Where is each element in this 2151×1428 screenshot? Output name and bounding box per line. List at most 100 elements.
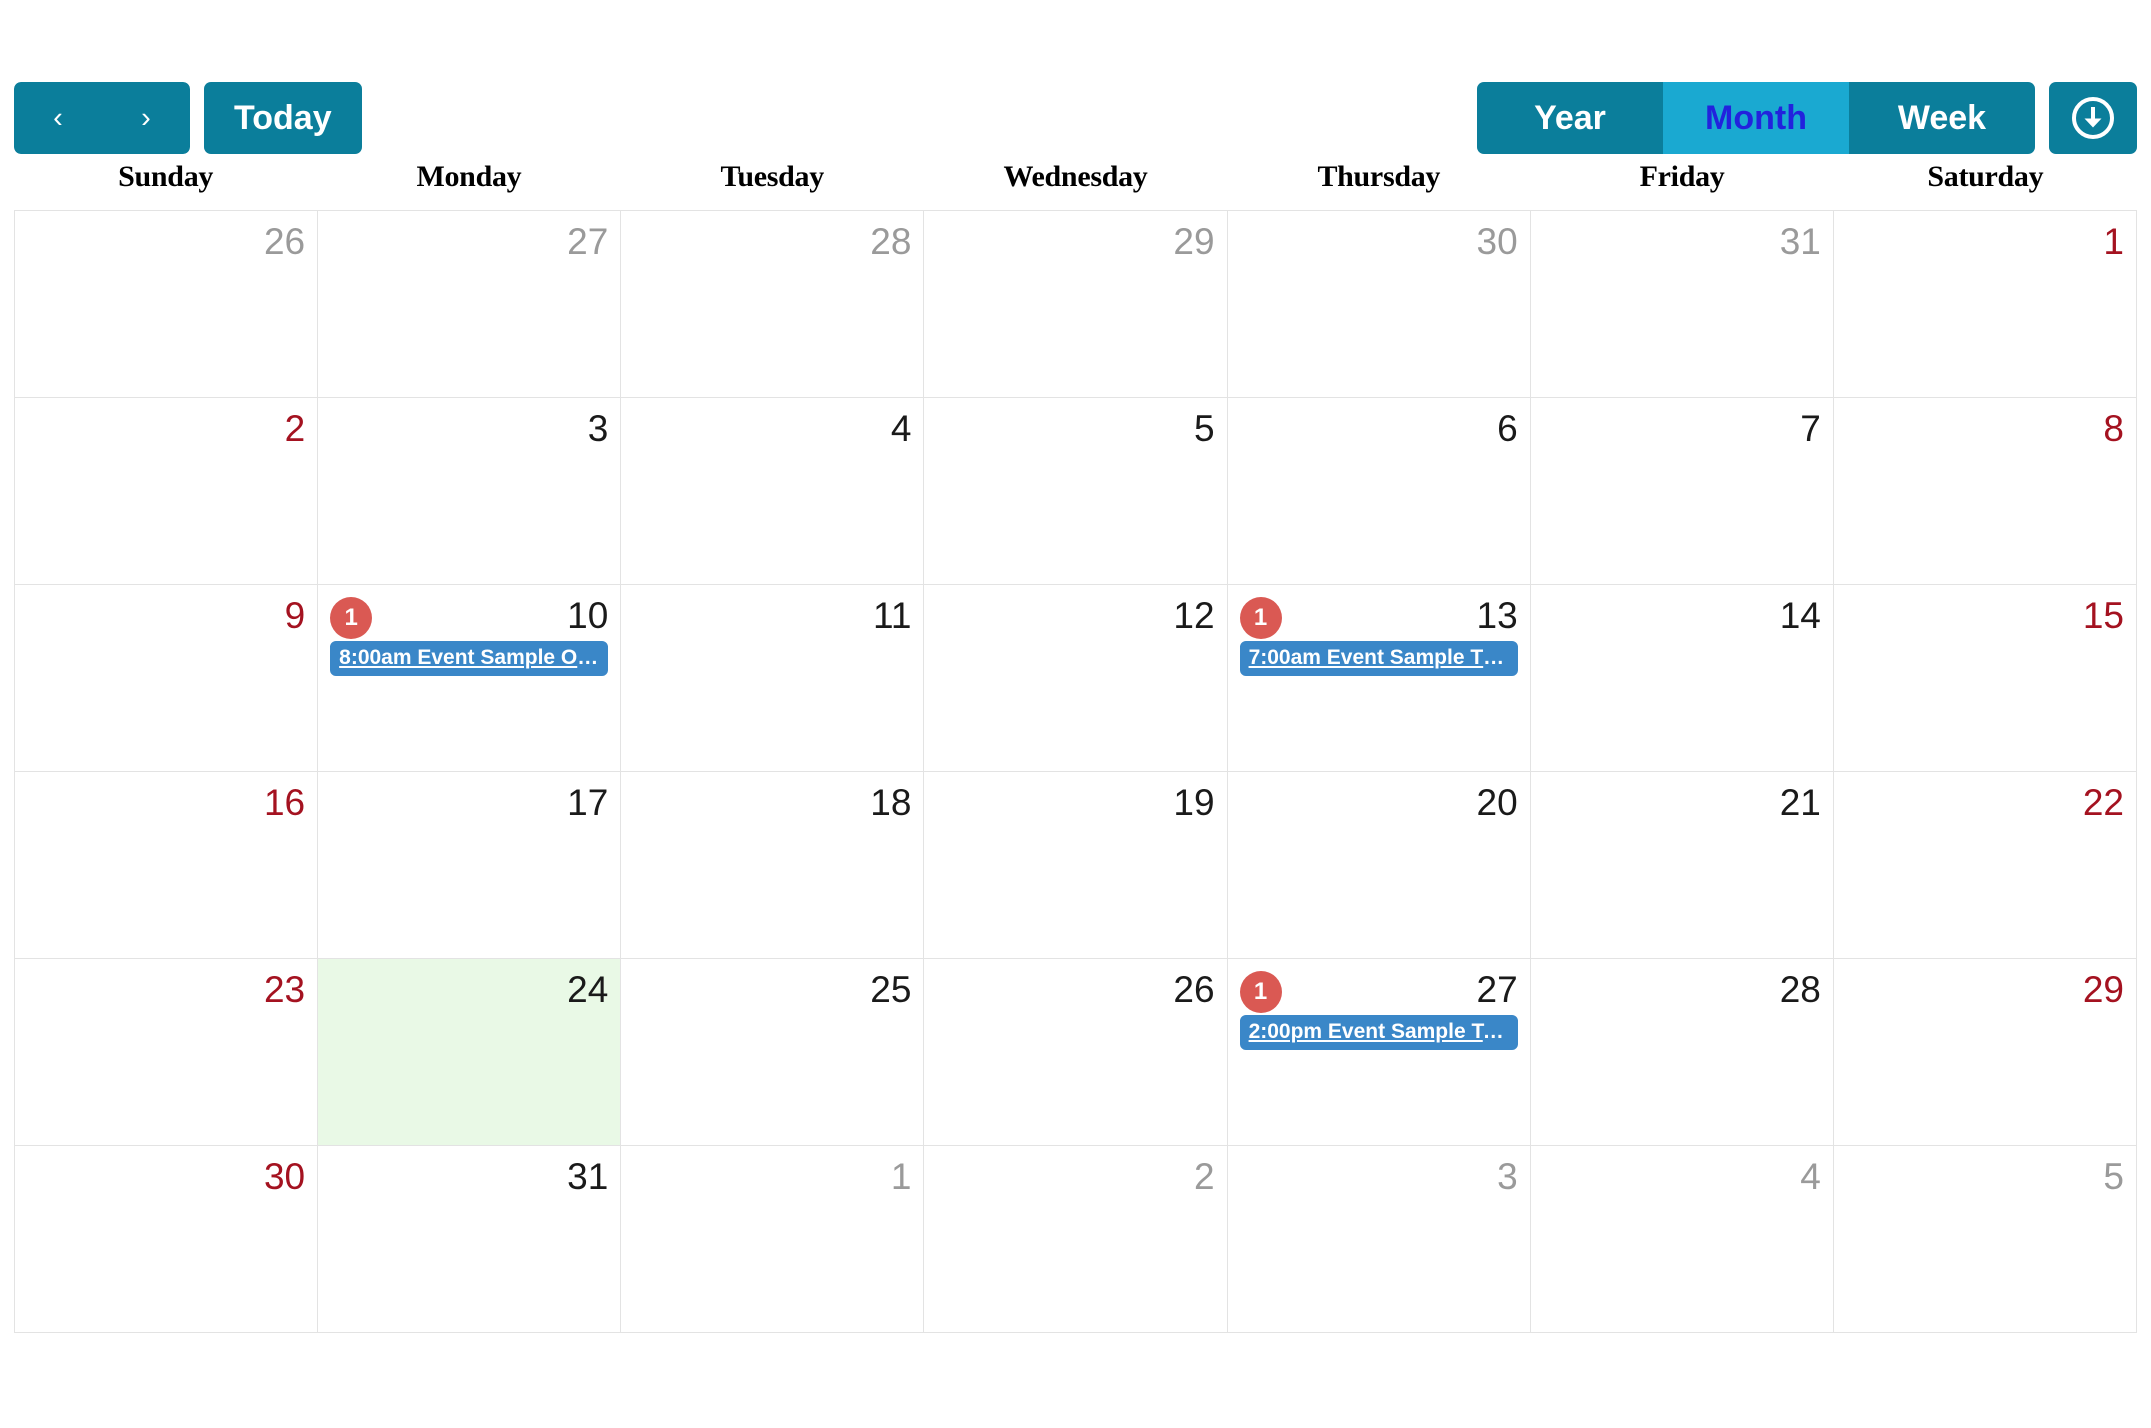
day-cell-header: 16: [27, 780, 305, 826]
day-number: 2: [1193, 1156, 1215, 1197]
calendar-event[interactable]: 2:00pm Event Sample Two: [1239, 1015, 1518, 1050]
day-cell[interactable]: 16: [15, 772, 319, 959]
day-cell[interactable]: 9: [15, 585, 319, 772]
day-cell[interactable]: 1 10 8:00am Event Sample One: [318, 585, 622, 772]
day-number: 14: [1779, 595, 1821, 636]
day-event-list: 8:00am Event Sample One: [330, 641, 609, 676]
day-cell[interactable]: 3: [1227, 1146, 1531, 1333]
day-number: 30: [263, 1156, 306, 1197]
weekday-header-saturday: Saturday: [1927, 160, 2044, 193]
day-number: 20: [1476, 782, 1518, 823]
day-cell[interactable]: 1 13 7:00am Event Sample Three: [1227, 585, 1531, 772]
day-cell-header: 3: [330, 406, 609, 452]
day-event-list: 7:00am Event Sample Three: [1239, 641, 1518, 676]
day-number: 29: [1173, 221, 1215, 262]
day-cell[interactable]: 1: [621, 1146, 925, 1333]
day-cell-header: 1 10: [330, 593, 608, 639]
day-event-list: 2:00pm Event Sample Two: [1239, 1015, 1518, 1050]
view-button-year[interactable]: Year: [1477, 82, 1663, 154]
day-number: 8: [2103, 408, 2124, 449]
view-button-week[interactable]: Week: [1849, 82, 2035, 154]
day-cell[interactable]: 4: [1530, 1146, 1834, 1333]
day-number: 19: [1173, 782, 1215, 823]
weekday-header-wednesday: Wednesday: [1003, 160, 1148, 193]
day-cell[interactable]: 5: [1833, 1146, 2137, 1333]
view-button-month[interactable]: Month: [1663, 82, 1849, 154]
event-count-badge[interactable]: 1: [1239, 971, 1282, 1013]
day-cell[interactable]: 28: [1530, 959, 1834, 1146]
day-cell[interactable]: 14: [1530, 585, 1834, 772]
day-number: 6: [1497, 408, 1518, 449]
day-number: 3: [587, 408, 609, 449]
day-cell-header: 19: [936, 780, 1214, 826]
day-cell[interactable]: 6: [1227, 398, 1531, 585]
day-cell[interactable]: 23: [15, 959, 319, 1146]
day-cell[interactable]: 29: [924, 211, 1228, 398]
day-cell[interactable]: 11: [621, 585, 925, 772]
day-cell-header: 1: [633, 1154, 912, 1200]
day-cell[interactable]: 4: [621, 398, 925, 585]
day-cell-header: 4: [633, 406, 912, 452]
day-cell[interactable]: 31: [1530, 211, 1834, 398]
previous-period-button[interactable]: ‹: [14, 82, 102, 154]
day-number: 1: [890, 1156, 912, 1197]
next-period-button[interactable]: ›: [102, 82, 190, 154]
day-cell[interactable]: 2: [924, 1146, 1228, 1333]
day-cell[interactable]: 19: [924, 772, 1228, 959]
day-cell-header: 14: [1543, 593, 1821, 639]
calendar-event[interactable]: 8:00am Event Sample One: [330, 641, 609, 676]
day-cell-header: 1 27: [1239, 967, 1518, 1013]
day-number: 26: [263, 221, 306, 262]
day-number: 5: [2103, 1156, 2124, 1197]
day-cell[interactable]: 28: [621, 211, 925, 398]
day-cell[interactable]: 26: [924, 959, 1228, 1146]
day-cell[interactable]: 1 27 2:00pm Event Sample Two: [1227, 959, 1531, 1146]
day-cell[interactable]: 7: [1530, 398, 1834, 585]
day-cell-header: 2: [27, 406, 306, 452]
day-cell[interactable]: 17: [318, 772, 622, 959]
day-number: 16: [263, 782, 306, 823]
day-cell[interactable]: 1: [1833, 211, 2137, 398]
day-cell[interactable]: 30: [1227, 211, 1531, 398]
day-number: 22: [2082, 782, 2124, 823]
toolbar-left-group: ‹ › Today: [14, 82, 362, 154]
day-cell-today[interactable]: 24: [318, 959, 622, 1146]
day-number: 30: [1476, 221, 1518, 262]
day-cell-header: 20: [1240, 780, 1518, 826]
event-count-badge[interactable]: 1: [1239, 597, 1282, 639]
day-cell-header: 29: [1846, 967, 2124, 1013]
day-number: 1: [2103, 221, 2124, 262]
day-cell-header: 24: [330, 967, 608, 1013]
day-cell-header: 1 13: [1239, 593, 1518, 639]
day-cell-header: 15: [1846, 593, 2124, 639]
day-cell[interactable]: 27: [318, 211, 622, 398]
day-cell[interactable]: 31: [318, 1146, 622, 1333]
event-count-badge[interactable]: 1: [330, 597, 373, 639]
day-cell[interactable]: 8: [1833, 398, 2137, 585]
day-cell[interactable]: 26: [15, 211, 319, 398]
day-cell-header: 27: [330, 219, 608, 265]
day-cell[interactable]: 2: [15, 398, 319, 585]
day-cell[interactable]: 29: [1833, 959, 2137, 1146]
day-cell-header: 21: [1543, 780, 1821, 826]
today-button[interactable]: Today: [204, 82, 362, 154]
day-number: 5: [1193, 408, 1215, 449]
day-cell-header: 30: [27, 1154, 305, 1200]
day-cell[interactable]: 12: [924, 585, 1228, 772]
day-cell[interactable]: 3: [318, 398, 622, 585]
day-cell[interactable]: 21: [1530, 772, 1834, 959]
day-cell-header: 18: [633, 780, 911, 826]
day-number: 10: [567, 595, 609, 636]
day-cell[interactable]: 18: [621, 772, 925, 959]
day-number: 29: [2082, 969, 2124, 1010]
day-cell[interactable]: 22: [1833, 772, 2137, 959]
calendar-event[interactable]: 7:00am Event Sample Three: [1239, 641, 1518, 676]
day-cell[interactable]: 20: [1227, 772, 1531, 959]
day-cell[interactable]: 5: [924, 398, 1228, 585]
day-cell[interactable]: 15: [1833, 585, 2137, 772]
download-button[interactable]: [2049, 82, 2137, 154]
day-number: 26: [1173, 969, 1215, 1010]
calendar-event-label: 7:00am Event Sample Three: [1248, 646, 1518, 669]
day-cell[interactable]: 30: [15, 1146, 319, 1333]
day-cell[interactable]: 25: [621, 959, 925, 1146]
